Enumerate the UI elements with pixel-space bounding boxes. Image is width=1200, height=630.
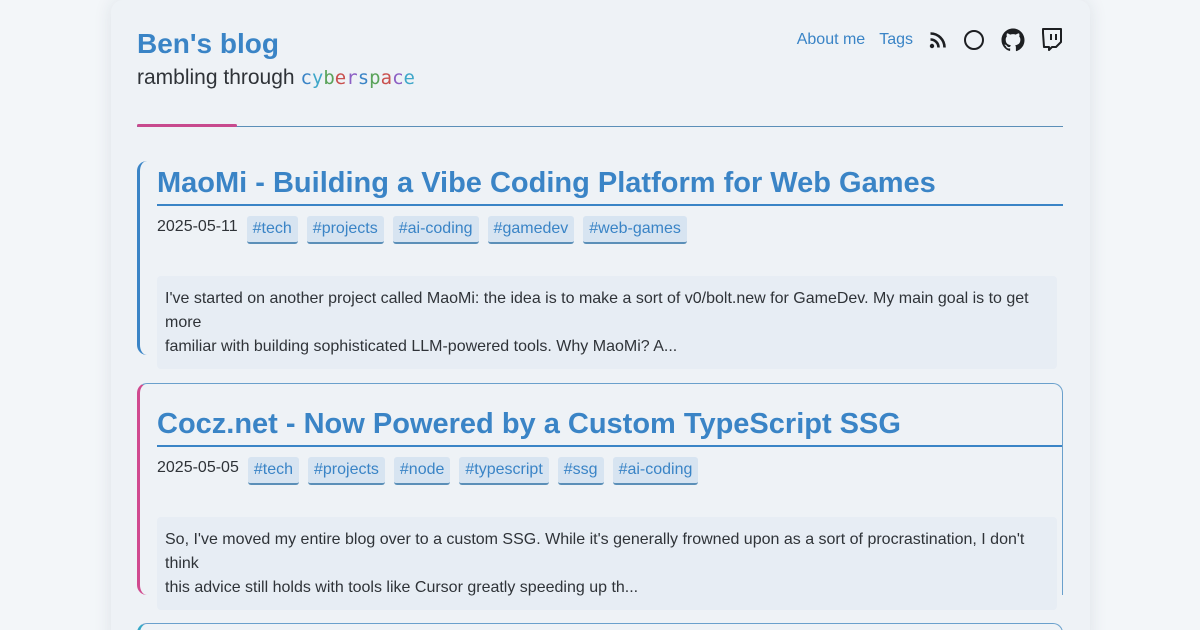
header-divider-accent: [137, 124, 237, 127]
tag-link[interactable]: #gamedev: [487, 216, 575, 244]
post-card-partial: [137, 623, 1063, 630]
post-meta: 2025-05-05 #tech #projects #node #typesc…: [157, 457, 1062, 485]
subtitle-letter: r: [346, 67, 358, 89]
github-icon[interactable]: [1001, 28, 1025, 52]
top-nav: About me Tags: [783, 28, 1063, 52]
subtitle-letter: y: [311, 67, 324, 89]
site-subtitle: rambling through cyberspace: [137, 66, 415, 90]
subtitle-letter: s: [357, 67, 370, 89]
circle-icon[interactable]: [963, 29, 985, 51]
tag-link[interactable]: #node: [393, 457, 451, 485]
excerpt-line: So, I've moved my entire blog over to a …: [165, 531, 1025, 572]
nav-tags-link[interactable]: Tags: [879, 31, 913, 49]
tag-link[interactable]: #web-games: [583, 216, 687, 244]
post-date: 2025-05-11: [157, 218, 238, 235]
post-card: Cocz.net - Now Powered by a Custom TypeS…: [137, 383, 1063, 610]
post-card: MaoMi - Building a Vibe Coding Platform …: [137, 161, 1063, 369]
subtitle-letter: a: [380, 67, 393, 89]
tag-link[interactable]: #typescript: [459, 457, 549, 485]
post-meta: 2025-05-11 #tech #projects #ai-coding #g…: [157, 216, 1063, 244]
rss-icon[interactable]: [929, 31, 947, 49]
tag-link[interactable]: #ai-coding: [612, 457, 699, 485]
site-title[interactable]: Ben's blog: [137, 28, 279, 60]
excerpt-line: familiar with building sophisticated LLM…: [165, 338, 678, 355]
excerpt-line: this advice still holds with tools like …: [165, 579, 639, 596]
tag-link[interactable]: #ssg: [557, 457, 604, 485]
header-divider: [137, 126, 1063, 127]
tag-link[interactable]: #projects: [306, 216, 384, 244]
tag-link[interactable]: #tech: [247, 457, 299, 485]
post-excerpt: I've started on another project called M…: [157, 276, 1057, 369]
subtitle-letter: e: [334, 67, 347, 89]
subtitle-letter: e: [403, 67, 415, 89]
excerpt-line: I've started on another project called M…: [165, 290, 1029, 331]
tag-link[interactable]: #tech: [246, 216, 298, 244]
tag-link[interactable]: #ai-coding: [392, 216, 479, 244]
subtitle-letter: c: [300, 67, 312, 89]
post-title-link[interactable]: MaoMi - Building a Vibe Coding Platform …: [157, 165, 1063, 206]
post-title-link[interactable]: Cocz.net - Now Powered by a Custom TypeS…: [157, 406, 1062, 447]
subtitle-prefix: rambling through: [137, 66, 295, 89]
subtitle-letter: b: [323, 67, 335, 89]
post-date: 2025-05-05: [157, 459, 239, 476]
tag-link[interactable]: #projects: [307, 457, 385, 485]
subtitle-letter: p: [369, 67, 381, 89]
subtitle-letter: c: [392, 67, 404, 89]
subtitle-highlight: cyberspace: [300, 67, 415, 89]
post-excerpt: So, I've moved my entire blog over to a …: [157, 517, 1057, 610]
nav-about-link[interactable]: About me: [797, 31, 865, 49]
twitch-icon[interactable]: [1041, 28, 1063, 52]
